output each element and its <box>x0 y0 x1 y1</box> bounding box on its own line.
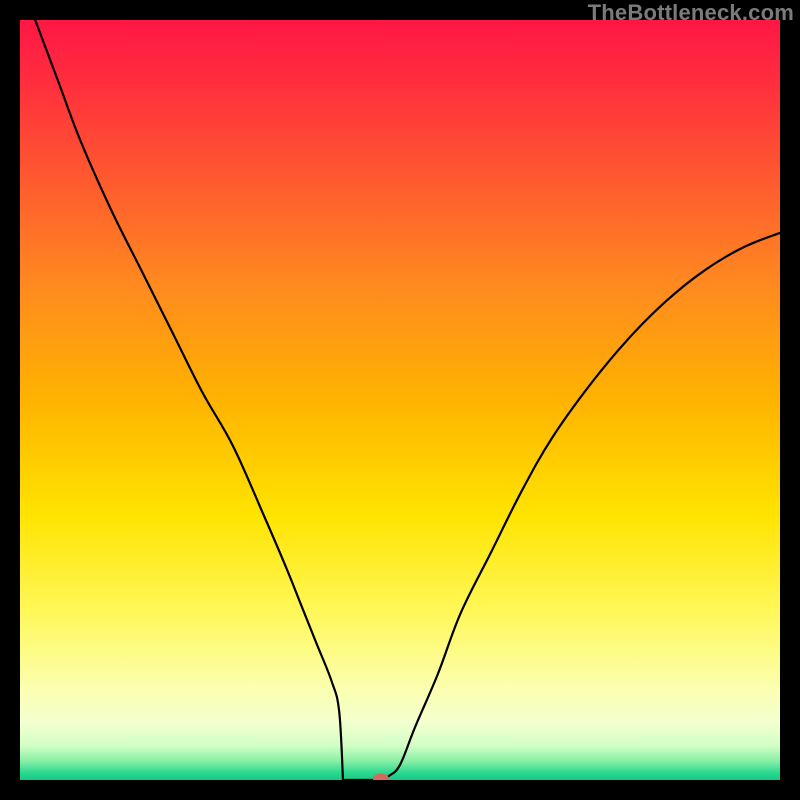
chart-frame <box>20 20 780 780</box>
bottleneck-chart <box>20 20 780 780</box>
watermark-text: TheBottleneck.com <box>588 0 794 26</box>
gradient-background <box>20 20 780 780</box>
